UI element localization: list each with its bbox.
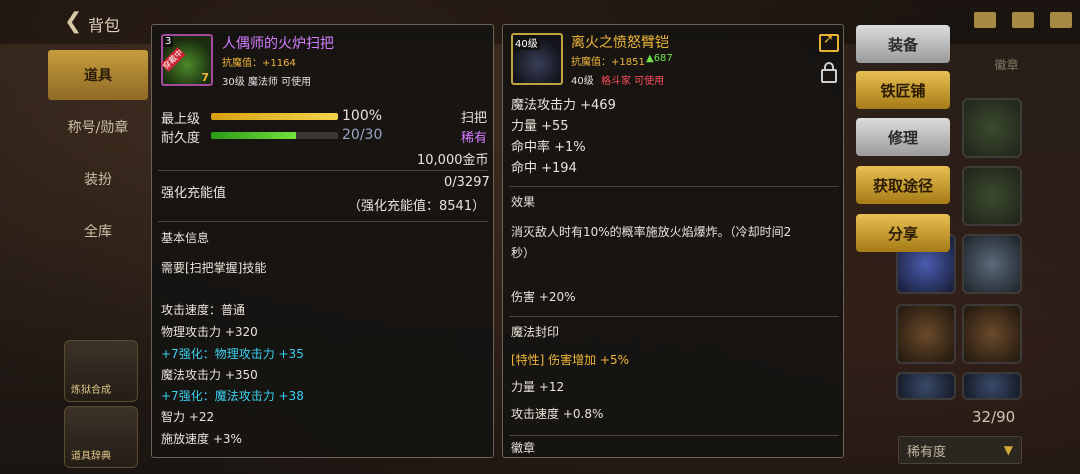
divider bbox=[158, 170, 488, 171]
rarity-label: 稀有 bbox=[461, 131, 488, 146]
item-required-class: 格斗家 可使用 bbox=[601, 76, 665, 87]
inventory-slot[interactable] bbox=[962, 372, 1022, 400]
inventory-slot[interactable] bbox=[962, 304, 1022, 364]
stat-line: 命中 +194 bbox=[511, 161, 577, 176]
stat-line: 攻击速度：普通 bbox=[161, 303, 246, 317]
grade-label: 最上级 bbox=[161, 112, 201, 127]
left-nav: 道具 称号/勋章 装扮 全库 bbox=[48, 50, 148, 258]
equipped-badge: 穿戴中 bbox=[160, 47, 186, 72]
inventory-slot[interactable] bbox=[962, 234, 1022, 294]
item-tooltip-equipped: 3 穿戴中 7 人偶师的火炉扫把 抗魔值：+1164 30级 魔法师 可使用 最… bbox=[151, 24, 494, 458]
durability-label: 耐久度 bbox=[161, 131, 201, 146]
nav-item-costume[interactable]: 装扮 bbox=[48, 154, 148, 204]
stat-line: 智力 +22 bbox=[161, 410, 215, 424]
purgatory-synthesis-button[interactable]: 炼狱合成 bbox=[64, 340, 138, 402]
mail-icon[interactable] bbox=[974, 12, 996, 28]
charge-value: 0/3297 bbox=[444, 175, 490, 190]
sort-label: 稀有度 bbox=[907, 444, 947, 460]
effect-text-cont: 秒） bbox=[511, 246, 536, 260]
grade-percent: 100% bbox=[342, 108, 383, 124]
stat-line: 物理攻击力 +320 bbox=[161, 325, 258, 339]
stat-line: 魔法攻击力 +469 bbox=[511, 98, 616, 113]
chat-icon[interactable] bbox=[1012, 12, 1034, 28]
inventory-slot[interactable] bbox=[896, 304, 956, 364]
item-name: 离火之愤怒臂铠 bbox=[571, 35, 669, 51]
seal-stat: 力量 +12 bbox=[511, 380, 565, 394]
grade-bar bbox=[211, 113, 338, 120]
item-dictionary-button[interactable]: 道具辞典 bbox=[64, 406, 138, 468]
stat-line: 命中率 +1% bbox=[511, 140, 586, 155]
magic-resist-value: 抗魔值：+1164 bbox=[222, 58, 296, 69]
inventory-slot[interactable] bbox=[896, 372, 956, 400]
nav-item-items[interactable]: 道具 bbox=[48, 50, 148, 100]
inventory-slot[interactable] bbox=[962, 98, 1022, 158]
nav-item-titles[interactable]: 称号/勋章 bbox=[48, 102, 148, 152]
inventory-count: 32/90 bbox=[972, 408, 1016, 426]
divider bbox=[158, 221, 488, 222]
acquire-route-button[interactable]: 获取途径 bbox=[856, 166, 950, 204]
effect-header: 效果 bbox=[511, 195, 536, 209]
inventory-slot[interactable] bbox=[962, 166, 1022, 226]
back-arrow-icon[interactable]: ❮ bbox=[64, 9, 82, 34]
share-button[interactable]: 分享 bbox=[856, 214, 950, 252]
seal-trait: [特性] 伤害增加 +5% bbox=[511, 353, 630, 367]
item-tooltip-compare: 40级 离火之愤怒臂铠 抗魔值：+1851 ▲687 40级 格斗家 可使用 魔… bbox=[502, 24, 844, 458]
divider bbox=[509, 316, 839, 317]
damage-bonus: 伤害 +20% bbox=[511, 290, 576, 304]
item-name: 人偶师的火炉扫把 bbox=[222, 36, 334, 52]
enhance-level-icon: 7 bbox=[201, 71, 209, 84]
item-level-badge: 3 bbox=[163, 36, 174, 47]
magic-seal-header: 魔法封印 bbox=[511, 325, 560, 339]
durability-value: 20/30 bbox=[342, 127, 383, 143]
page-title: 背包 bbox=[88, 16, 121, 35]
top-right-icons bbox=[974, 12, 1072, 28]
item-required-level: 40级 bbox=[571, 76, 594, 87]
charge-label: 强化充能值 bbox=[161, 186, 227, 201]
item-requirement: 30级 魔法师 可使用 bbox=[222, 77, 312, 88]
item-price: 10,000金币 bbox=[417, 153, 489, 168]
divider bbox=[509, 186, 839, 187]
divider bbox=[509, 435, 839, 436]
chevron-down-icon: ▼ bbox=[1003, 443, 1013, 457]
share-icon[interactable] bbox=[819, 32, 839, 52]
nav-item-storage[interactable]: 全库 bbox=[48, 206, 148, 256]
durability-bar bbox=[211, 132, 338, 139]
stat-line: 施放速度 +3% bbox=[161, 432, 242, 446]
charge-detail: （强化充能值：8541） bbox=[348, 199, 486, 214]
blacksmith-button[interactable]: 铁匠铺 bbox=[856, 71, 950, 109]
stat-line: +7强化：魔法攻击力 +38 bbox=[161, 389, 304, 403]
repair-button[interactable]: 修理 bbox=[856, 118, 950, 156]
effect-text: 消灭敌人时有10%的概率施放火焰爆炸。（冷却时间2 bbox=[511, 225, 792, 239]
item-level-badge: 40级 bbox=[513, 35, 540, 50]
magic-resist-value: 抗魔值：+1851 bbox=[571, 57, 645, 68]
equip-button[interactable]: 装备 bbox=[856, 25, 950, 63]
item-icon-broom: 3 穿戴中 7 bbox=[160, 34, 213, 86]
basic-info-header: 基本信息 bbox=[161, 231, 210, 245]
badge-header-cut: 徽章 bbox=[511, 441, 536, 455]
lock-icon[interactable] bbox=[821, 62, 837, 83]
stat-line: +7强化：物理攻击力 +35 bbox=[161, 347, 304, 361]
inventory-tab-badge[interactable]: 徽章 bbox=[973, 56, 1040, 84]
sort-dropdown[interactable]: 稀有度 ▼ bbox=[898, 436, 1022, 464]
item-icon-gauntlet: 40级 bbox=[511, 33, 563, 85]
seal-stat: 攻击速度 +0.8% bbox=[511, 407, 604, 421]
menu-icon[interactable] bbox=[1050, 12, 1072, 28]
skill-requirement: 需要[扫把掌握]技能 bbox=[161, 261, 267, 275]
magic-resist-increase: ▲687 bbox=[646, 53, 673, 64]
stat-line: 力量 +55 bbox=[511, 119, 569, 134]
stat-line: 魔法攻击力 +350 bbox=[161, 368, 258, 382]
item-type: 扫把 bbox=[461, 111, 488, 126]
